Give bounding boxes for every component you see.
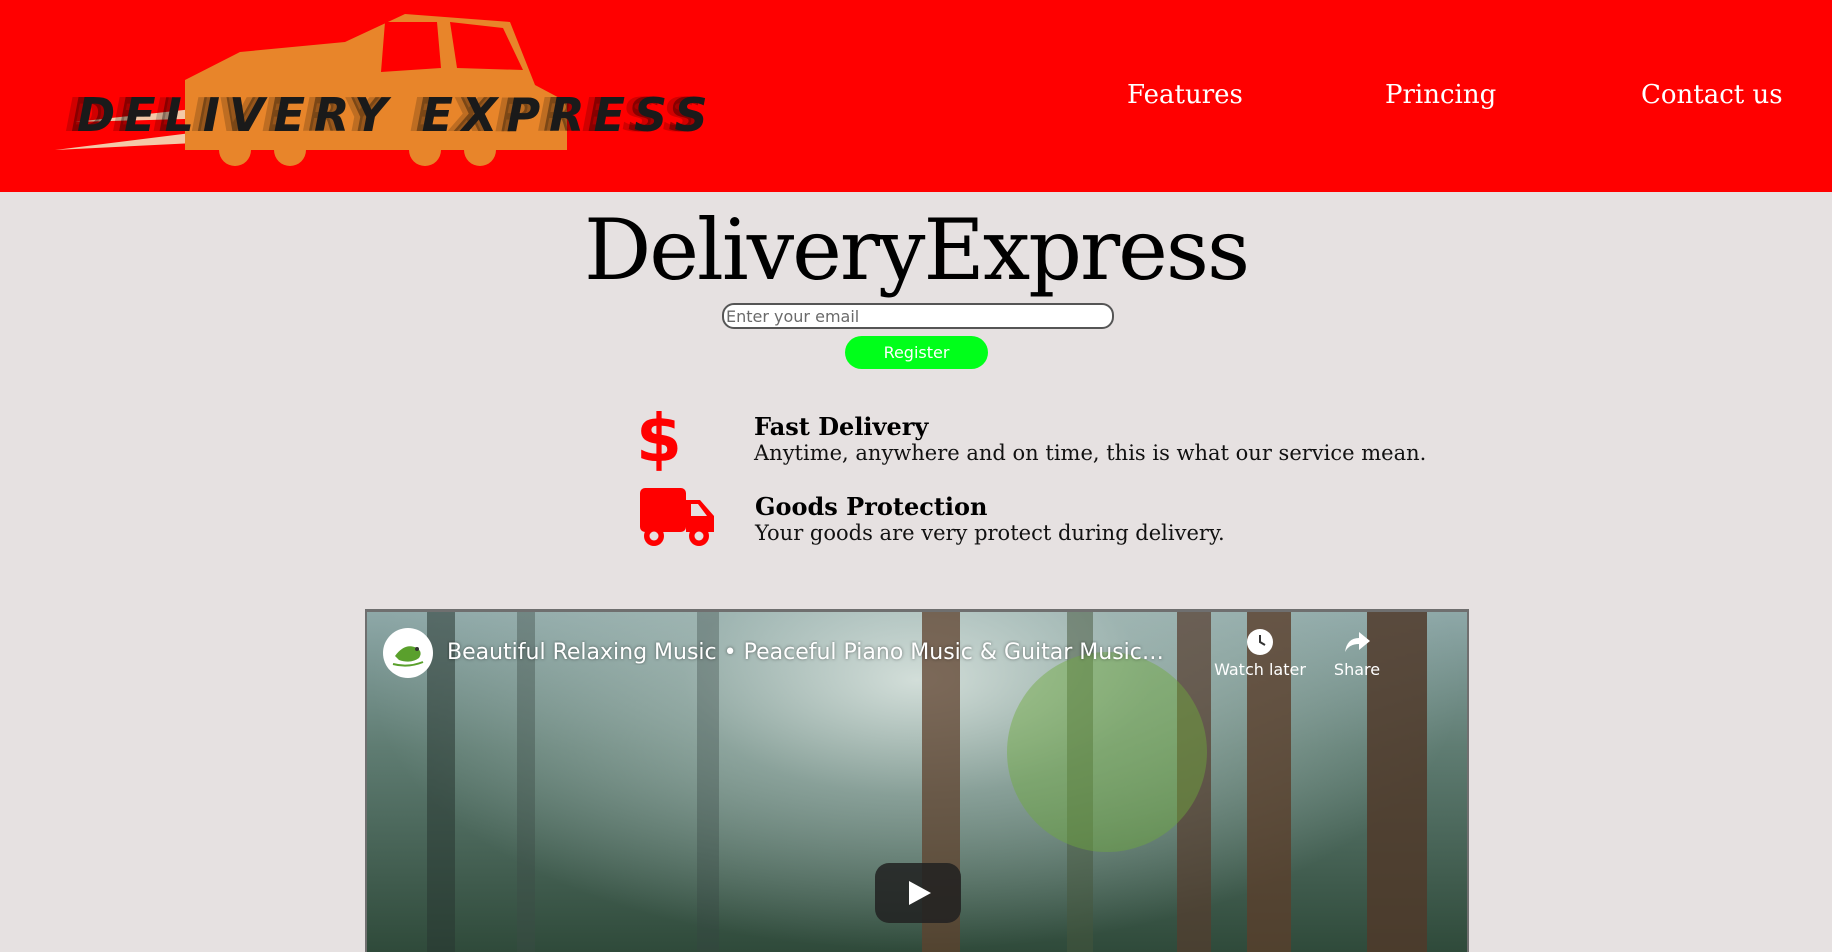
email-input[interactable] [722, 303, 1114, 329]
play-icon [909, 881, 931, 905]
dollar-icon: $ [636, 400, 682, 477]
nav-pricing-link[interactable]: Princing [1385, 80, 1496, 110]
feature-title-fast-delivery: Fast Delivery [754, 412, 929, 441]
page-title: DeliveryExpress [583, 201, 1250, 299]
clock-icon [1247, 629, 1273, 655]
play-button[interactable] [875, 863, 961, 923]
site-header: DELIVERY EXPRESS Features Princing Conta… [0, 0, 1832, 192]
logo-text: DELIVERY EXPRESS [77, 88, 717, 142]
bird-icon [392, 646, 424, 667]
feature-desc-goods-protection: Your goods are very protect during deliv… [755, 521, 1225, 545]
share-arrow-icon [1345, 632, 1370, 652]
video-embed[interactable]: Beautiful Relaxing Music • Peaceful Pian… [365, 609, 1469, 952]
feature-desc-fast-delivery: Anytime, anywhere and on time, this is w… [754, 441, 1427, 465]
nav-contact-link[interactable]: Contact us [1641, 80, 1783, 110]
nav-features-link[interactable]: Features [1127, 80, 1243, 110]
foliage [1007, 652, 1207, 852]
delivery-express-logo[interactable]: DELIVERY EXPRESS [55, 10, 708, 170]
watch-later-label: Watch later [1214, 660, 1306, 679]
register-button[interactable]: Register [845, 336, 988, 369]
watch-later-button[interactable]: Watch later [1210, 628, 1310, 679]
share-label: Share [1333, 660, 1381, 679]
channel-avatar[interactable] [383, 628, 433, 678]
feature-title-goods-protection: Goods Protection [755, 492, 988, 521]
share-button[interactable]: Share [1307, 628, 1407, 679]
truck-icon [640, 488, 714, 546]
video-title[interactable]: Beautiful Relaxing Music • Peaceful Pian… [447, 640, 1167, 665]
